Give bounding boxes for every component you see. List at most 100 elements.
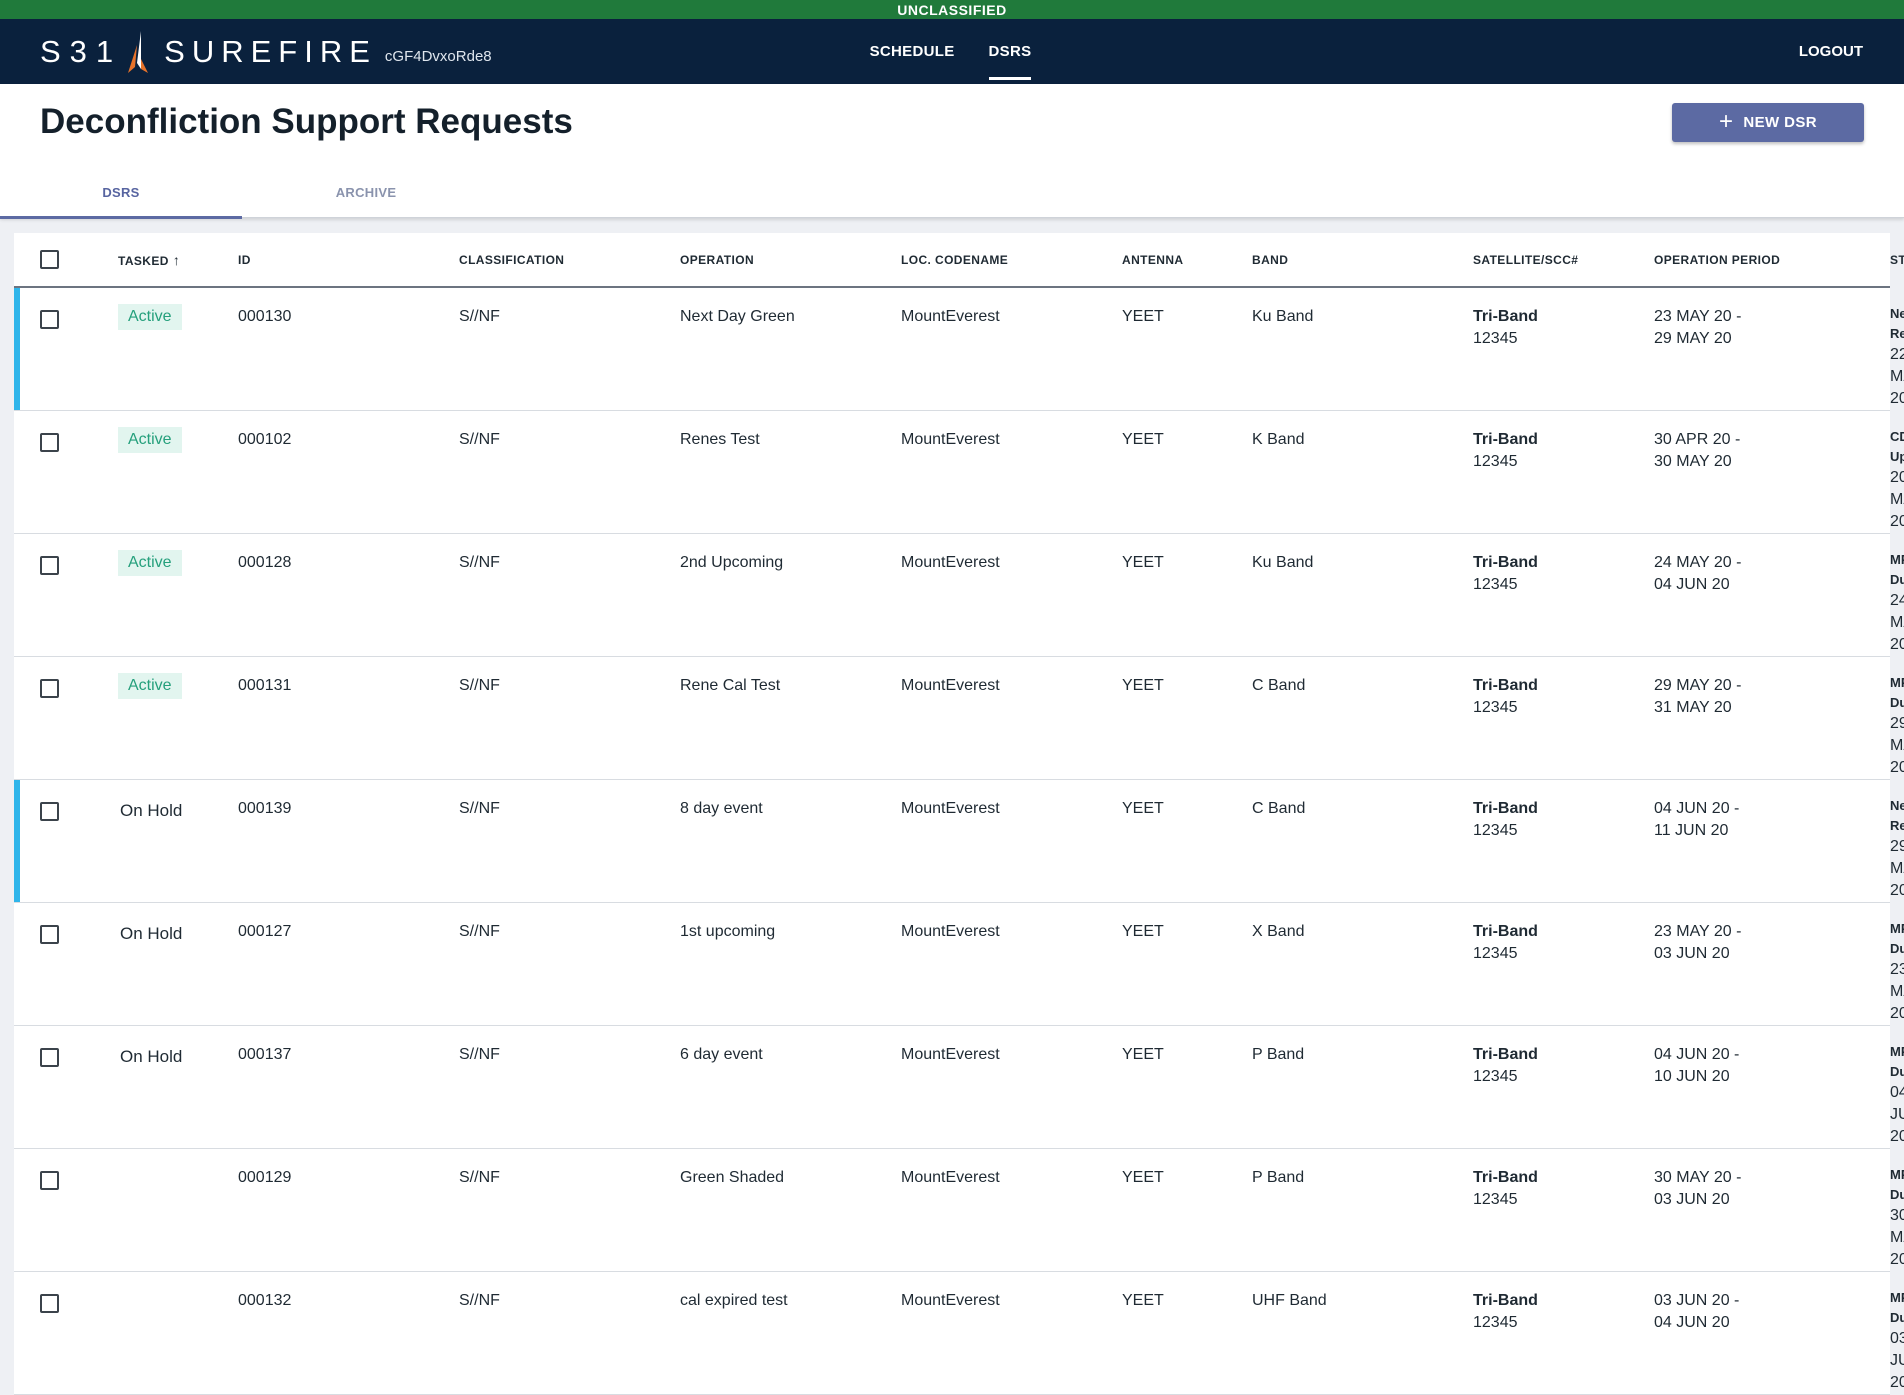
operation-cell: cal expired test xyxy=(680,1271,901,1395)
row-period-end: 30 MAY 20 xyxy=(1654,453,1732,470)
brand[interactable]: S31 SUREFIRE cGF4DvxoRde8 xyxy=(40,29,492,75)
operation-cell: 2nd Upcoming xyxy=(680,533,901,657)
table-row[interactable]: On Hold 000139 S//NF 8 day event MountEv… xyxy=(14,779,1904,903)
logout-button[interactable]: LOGOUT xyxy=(1799,19,1863,84)
row-highlight-bar xyxy=(14,780,20,902)
row-id: 000102 xyxy=(238,431,292,448)
brand-code: cGF4DvxoRde8 xyxy=(384,48,492,65)
column-header-classification[interactable]: CLASSIFICATION xyxy=(459,233,680,288)
row-id: 000132 xyxy=(238,1292,292,1309)
tab-archive[interactable]: ARCHIVE xyxy=(242,185,490,216)
page-header: Deconfliction Support Requests + NEW DSR… xyxy=(0,84,1904,219)
band-cell: P Band xyxy=(1252,1148,1473,1272)
column-header-antenna[interactable]: ANTENNA xyxy=(1122,233,1252,288)
row-period-end: 03 JUN 20 xyxy=(1654,945,1730,962)
antenna-cell: YEET xyxy=(1122,410,1252,534)
row-scc: 12345 xyxy=(1473,1068,1518,1085)
band-cell: K Band xyxy=(1252,410,1473,534)
antenna-cell: YEET xyxy=(1122,656,1252,780)
tasked-cell: Active xyxy=(118,533,238,657)
row-checkbox[interactable] xyxy=(40,925,59,944)
classification-cell: S//NF xyxy=(459,533,680,657)
new-dsr-button[interactable]: + NEW DSR xyxy=(1672,103,1864,142)
operation-cell: Rene Cal Test xyxy=(680,656,901,780)
column-header-operation-period[interactable]: OPERATION PERIOD xyxy=(1654,233,1890,288)
band-cell: Ku Band xyxy=(1252,533,1473,657)
row-band: C Band xyxy=(1252,677,1306,694)
row-period-end: 04 JUN 20 xyxy=(1654,1314,1730,1331)
column-header-tasked[interactable]: TASKED ↑ xyxy=(118,233,238,288)
dsr-table: TASKED ↑ ID CLASSIFICATION OPERATION LOC.… xyxy=(14,233,1904,1395)
column-header-loc-codename-label: LOC. CODENAME xyxy=(901,252,1009,267)
tab-dsrs[interactable]: DSRS xyxy=(0,185,242,219)
brand-name: SUREFIRE xyxy=(164,33,377,69)
row-checkbox[interactable] xyxy=(40,310,59,329)
row-satellite: Tri-Band xyxy=(1473,1292,1538,1309)
row-checkbox[interactable] xyxy=(40,1294,59,1313)
row-checkbox[interactable] xyxy=(40,556,59,575)
satellite-cell: Tri-Band 12345 xyxy=(1473,1148,1654,1272)
period-cell: 30 APR 20 - 30 MAY 20 xyxy=(1654,410,1890,534)
row-select-cell xyxy=(14,287,118,411)
row-codename: MountEverest xyxy=(901,800,1000,817)
row-checkbox[interactable] xyxy=(40,1171,59,1190)
period-cell: 24 MAY 20 - 04 JUN 20 xyxy=(1654,533,1890,657)
table-row[interactable]: On Hold 000127 S//NF 1st upcoming MountE… xyxy=(14,902,1904,1026)
antenna-cell: YEET xyxy=(1122,1271,1252,1395)
row-antenna: YEET xyxy=(1122,677,1164,694)
column-header-loc-codename[interactable]: LOC. CODENAME xyxy=(901,233,1122,288)
row-antenna: YEET xyxy=(1122,431,1164,448)
select-all-checkbox[interactable] xyxy=(40,250,59,269)
classification-cell: S//NF xyxy=(459,1148,680,1272)
row-scc: 12345 xyxy=(1473,945,1518,962)
row-band: X Band xyxy=(1252,923,1305,940)
classification-cell: S//NF xyxy=(459,1271,680,1395)
row-select-cell xyxy=(14,1025,118,1149)
table-row[interactable]: On Hold 000137 S//NF 6 day event MountEv… xyxy=(14,1025,1904,1149)
row-checkbox[interactable] xyxy=(40,802,59,821)
operation-cell: 8 day event xyxy=(680,779,901,903)
row-period-start: 30 MAY 20 - xyxy=(1654,1169,1742,1186)
column-header-band[interactable]: BAND xyxy=(1252,233,1473,288)
table-row[interactable]: Active 000102 S//NF Renes Test MountEver… xyxy=(14,410,1904,534)
row-classification: S//NF xyxy=(459,1046,500,1063)
row-select-cell xyxy=(14,1271,118,1395)
row-codename: MountEverest xyxy=(901,1169,1000,1186)
row-checkbox[interactable] xyxy=(40,679,59,698)
satellite-cell: Tri-Band 12345 xyxy=(1473,656,1654,780)
row-checkbox[interactable] xyxy=(40,433,59,452)
tasked-cell: Active xyxy=(118,656,238,780)
nav-link-dsrs[interactable]: DSRS xyxy=(988,19,1032,84)
column-header-satellite[interactable]: SATELLITE/SCC# xyxy=(1473,233,1654,288)
nav-link-schedule[interactable]: SCHEDULE xyxy=(870,19,955,84)
table-row[interactable]: Active 000128 S//NF 2nd Upcoming MountEv… xyxy=(14,533,1904,657)
table-row[interactable]: Active 000131 S//NF Rene Cal Test MountE… xyxy=(14,656,1904,780)
table-row[interactable]: Active 000130 S//NF Next Day Green Mount… xyxy=(14,287,1904,411)
classification-cell: S//NF xyxy=(459,656,680,780)
row-period-start: 23 MAY 20 - xyxy=(1654,923,1742,940)
table-row[interactable]: 000129 S//NF Green Shaded MountEverest Y… xyxy=(14,1148,1904,1272)
table-body: Active 000130 S//NF Next Day Green Mount… xyxy=(14,287,1904,1395)
row-checkbox[interactable] xyxy=(40,1048,59,1067)
period-cell: 30 MAY 20 - 03 JUN 20 xyxy=(1654,1148,1890,1272)
satellite-cell: Tri-Band 12345 xyxy=(1473,410,1654,534)
row-codename: MountEverest xyxy=(901,554,1000,571)
operation-cell: Renes Test xyxy=(680,410,901,534)
column-header-operation[interactable]: OPERATION xyxy=(680,233,901,288)
row-id: 000131 xyxy=(238,677,292,694)
row-satellite: Tri-Band xyxy=(1473,308,1538,325)
row-antenna: YEET xyxy=(1122,800,1164,817)
codename-cell: MountEverest xyxy=(901,779,1122,903)
row-period-end: 04 JUN 20 xyxy=(1654,576,1730,593)
row-operation: Next Day Green xyxy=(680,308,795,325)
row-period-start: 30 APR 20 - xyxy=(1654,431,1741,448)
table-row[interactable]: 000132 S//NF cal expired test MountEvere… xyxy=(14,1271,1904,1395)
row-period-end: 10 JUN 20 xyxy=(1654,1068,1730,1085)
column-header-id[interactable]: ID xyxy=(238,233,459,288)
id-cell: 000127 xyxy=(238,902,459,1026)
tasked-cell: On Hold xyxy=(118,902,238,1026)
row-band: Ku Band xyxy=(1252,308,1314,325)
row-satellite: Tri-Band xyxy=(1473,431,1538,448)
row-satellite: Tri-Band xyxy=(1473,1169,1538,1186)
row-classification: S//NF xyxy=(459,554,500,571)
